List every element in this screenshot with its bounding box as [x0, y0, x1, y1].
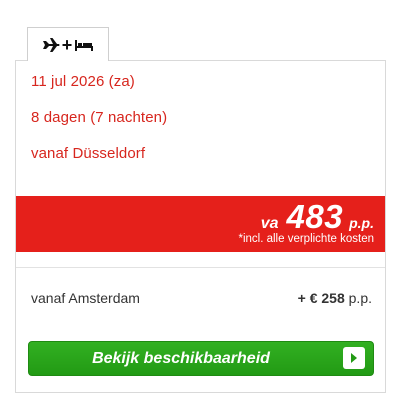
trip-duration: 8 dagen (7 nachten) — [31, 109, 168, 126]
package-type-tab[interactable]: + — [27, 27, 109, 61]
alternative-departure-label: vanaf Amsterdam — [31, 290, 140, 306]
price-note: *incl. alle verplichte kosten — [238, 233, 374, 245]
price-display: va 483 p.p. — [261, 198, 374, 236]
departure-airport: vanaf Düsseldorf — [31, 145, 146, 162]
chevron-right-icon — [343, 347, 365, 369]
surcharge-unit: p.p. — [348, 290, 372, 306]
plus-sign: + — [61, 34, 73, 55]
price-prefix: va — [260, 215, 279, 232]
airplane-icon — [42, 37, 60, 53]
bed-icon — [74, 38, 94, 52]
price-unit: p.p. — [349, 215, 374, 231]
offer-card: 11 jul 2026 (za) 8 dagen (7 nachten) van… — [15, 60, 386, 393]
departure-date: 11 jul 2026 (za) — [31, 73, 135, 90]
divider — [16, 267, 385, 268]
surcharge-amount: + € 258 — [297, 290, 345, 306]
price-banner: va 483 p.p. *incl. alle verplichte koste… — [16, 196, 385, 252]
check-availability-button[interactable]: Bekijk beschikbaarheid — [28, 341, 374, 376]
price-amount: 483 — [286, 198, 344, 235]
alternative-surcharge: + € 258 p.p. — [298, 290, 372, 306]
check-availability-label: Bekijk beschikbaarheid — [92, 350, 270, 367]
